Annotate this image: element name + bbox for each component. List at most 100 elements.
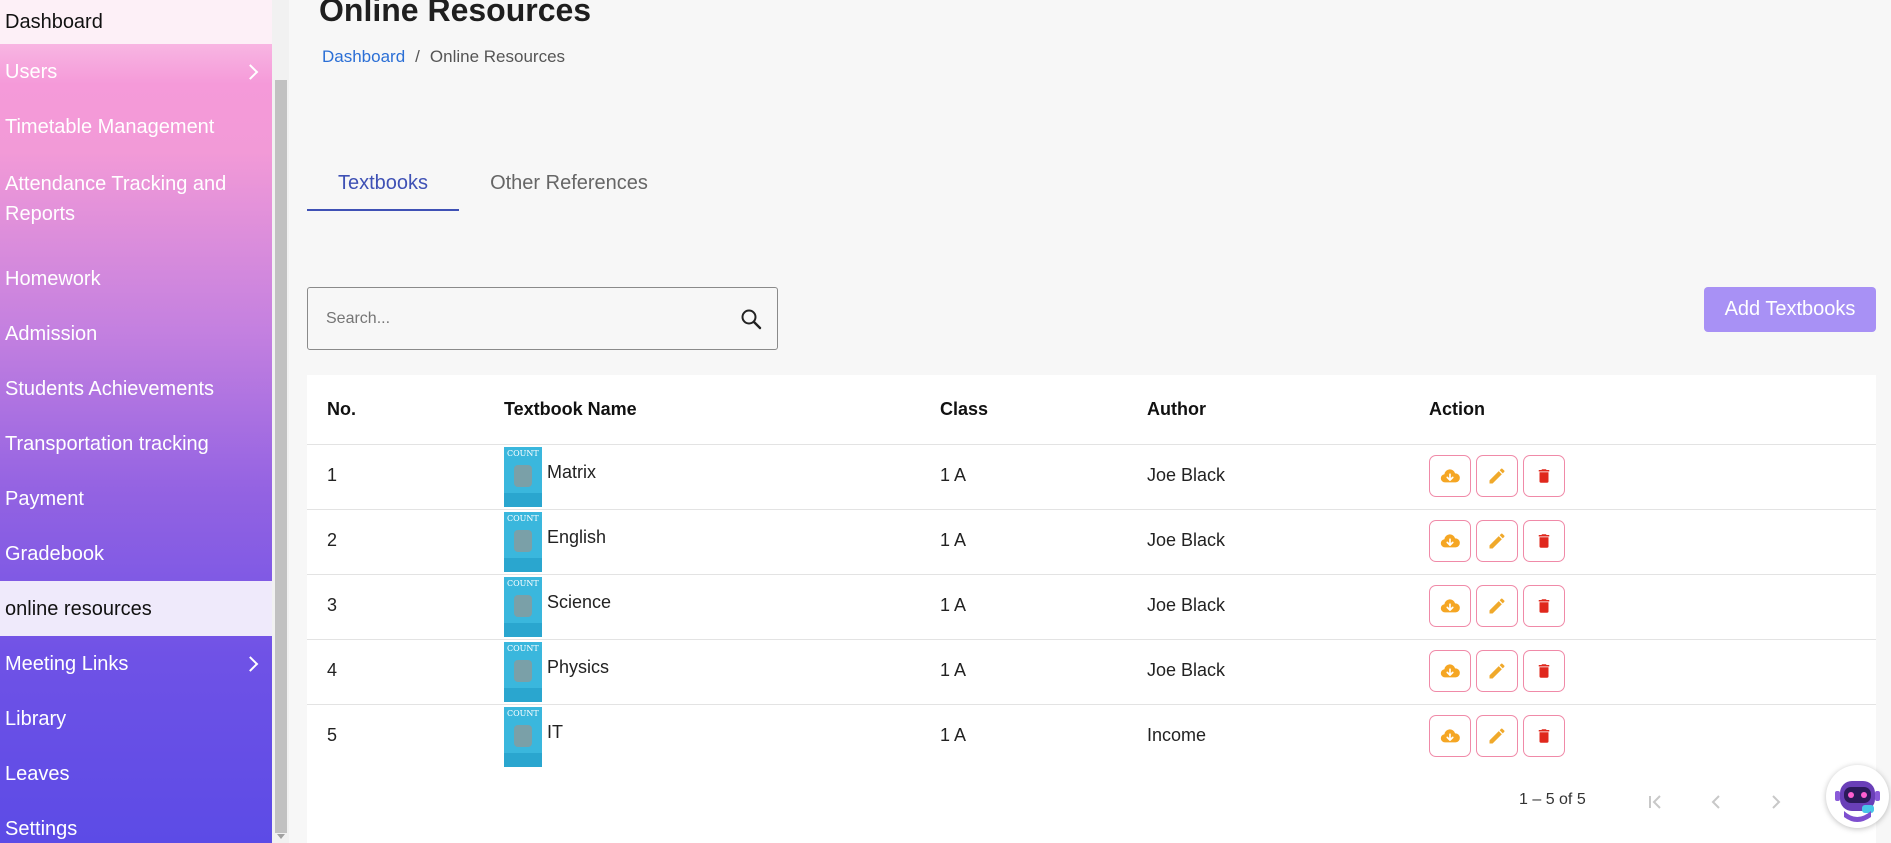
pencil-icon xyxy=(1489,728,1505,744)
sidebar-item-label: Meeting Links xyxy=(5,652,129,675)
table-row xyxy=(307,444,1876,509)
sidebar-item-label: Dashboard xyxy=(5,11,103,33)
cloud-download-icon xyxy=(1440,469,1460,483)
sidebar-item-label: Timetable Management xyxy=(5,115,215,138)
trash-icon xyxy=(1538,534,1550,548)
trash-icon xyxy=(1538,469,1550,483)
cloud-download-icon xyxy=(1440,664,1460,678)
cell-class: 1 A xyxy=(940,530,967,550)
cell-no: 3 xyxy=(327,595,338,615)
sidebar-item-dashboard[interactable]: Dashboard xyxy=(0,0,272,44)
trash-icon xyxy=(1538,599,1550,613)
textbook-cover-thumbnail: COUNT xyxy=(504,642,542,702)
delete-button[interactable] xyxy=(1523,455,1565,497)
download-button[interactable] xyxy=(1429,520,1471,562)
table-row xyxy=(307,639,1876,704)
cover-title: COUNT xyxy=(507,514,539,523)
edit-button[interactable] xyxy=(1476,650,1518,692)
sidebar-item-label: Payment xyxy=(5,487,84,510)
chevron-right-icon xyxy=(242,63,259,80)
search-icon[interactable] xyxy=(739,307,763,331)
cell-textbook-name: Matrix xyxy=(547,462,596,482)
cell-author: Income xyxy=(1147,725,1207,745)
cover-title: COUNT xyxy=(507,709,539,718)
cover-title: COUNT xyxy=(507,644,539,653)
previous-page-icon[interactable] xyxy=(1703,790,1729,814)
textbook-cover-thumbnail: COUNT xyxy=(504,577,542,637)
robot-assistant-icon xyxy=(1835,781,1880,822)
table-row xyxy=(307,574,1876,639)
pencil-icon xyxy=(1489,533,1505,549)
download-button[interactable] xyxy=(1429,585,1471,627)
sidebar-item-library[interactable]: Library xyxy=(0,691,272,746)
sidebar-item-users[interactable]: Users xyxy=(0,44,272,99)
sidebar-item-label: Users xyxy=(5,60,58,83)
sidebar-item-timetable[interactable]: Timetable Management xyxy=(0,99,272,154)
edit-button[interactable] xyxy=(1476,520,1518,562)
next-page-icon[interactable] xyxy=(1763,790,1789,814)
sidebar-item-meeting-links[interactable]: Meeting Links xyxy=(0,636,272,691)
cell-textbook-name: Physics xyxy=(547,657,610,677)
cell-class: 1 A xyxy=(940,595,967,615)
cell-no: 5 xyxy=(327,725,338,745)
breadcrumb-dashboard-link[interactable]: Dashboard xyxy=(322,47,405,67)
sidebar-item-payment[interactable]: Payment xyxy=(0,471,272,526)
download-button[interactable] xyxy=(1429,455,1471,497)
tab-other-references[interactable]: Other References xyxy=(459,163,679,211)
table-row xyxy=(307,509,1876,574)
cell-author: Joe Black xyxy=(1147,530,1226,550)
trash-icon xyxy=(1538,664,1550,678)
cloud-download-icon xyxy=(1440,729,1460,743)
edit-button[interactable] xyxy=(1476,455,1518,497)
page-title: Online Resources xyxy=(319,0,592,28)
sidebar-item-homework[interactable]: Homework xyxy=(0,251,272,306)
cell-class: 1 A xyxy=(940,660,967,680)
sidebar-item-gradebook[interactable]: Gradebook xyxy=(0,526,272,581)
search-input[interactable] xyxy=(326,288,726,349)
sidebar-item-label: Gradebook xyxy=(5,542,104,565)
sidebar-item-leaves[interactable]: Leaves xyxy=(0,746,272,801)
sidebar-item-label: Library xyxy=(5,707,67,730)
sidebar-scrollbar-thumb[interactable] xyxy=(275,80,287,833)
cell-author: Joe Black xyxy=(1147,595,1226,615)
sidebar-item-label: online resources xyxy=(5,597,152,620)
sidebar-item-admission[interactable]: Admission xyxy=(0,306,272,361)
sidebar-item-achievements[interactable]: Students Achievements xyxy=(0,361,272,416)
delete-button[interactable] xyxy=(1523,520,1565,562)
edit-button[interactable] xyxy=(1476,585,1518,627)
cell-no: 2 xyxy=(327,530,338,550)
column-header-action: Action xyxy=(1429,399,1485,419)
first-page-icon[interactable] xyxy=(1643,790,1669,814)
scroll-down-arrow-icon[interactable] xyxy=(277,834,285,839)
sidebar-item-label: Transportation tracking xyxy=(5,432,209,455)
table-row xyxy=(307,704,1876,769)
download-button[interactable] xyxy=(1429,650,1471,692)
delete-button[interactable] xyxy=(1523,585,1565,627)
cell-no: 1 xyxy=(327,465,338,485)
pencil-icon xyxy=(1489,598,1505,614)
chevron-right-icon xyxy=(242,655,259,672)
cell-class: 1 A xyxy=(940,725,967,745)
delete-button[interactable] xyxy=(1523,650,1565,692)
sidebar-item-label: Homework xyxy=(5,267,101,290)
sidebar-item-label: Admission xyxy=(5,322,98,345)
cell-class: 1 A xyxy=(940,465,967,485)
textbook-cover-thumbnail: COUNT xyxy=(504,512,542,572)
chat-assistant-button[interactable] xyxy=(1826,765,1889,828)
download-button[interactable] xyxy=(1429,715,1471,757)
column-header-author: Author xyxy=(1147,399,1206,419)
edit-button[interactable] xyxy=(1476,715,1518,757)
sidebar-item-attendance[interactable]: Attendance Tracking and Reports xyxy=(0,154,250,244)
tabs: Textbooks Other References xyxy=(307,163,679,211)
cell-textbook-name: English xyxy=(547,527,607,547)
add-textbooks-button[interactable]: Add Textbooks xyxy=(1704,287,1876,332)
cloud-download-icon xyxy=(1440,534,1460,548)
sidebar-item-transportation[interactable]: Transportation tracking xyxy=(0,416,272,471)
textbook-cover-thumbnail: COUNT xyxy=(504,447,542,507)
column-header-class: Class xyxy=(940,399,989,419)
tab-textbooks[interactable]: Textbooks xyxy=(307,163,460,211)
sidebar-item-settings[interactable]: Settings xyxy=(0,801,272,843)
textbook-cover-thumbnail: COUNT xyxy=(504,707,542,767)
sidebar-item-online-resources[interactable]: online resources xyxy=(0,581,272,636)
delete-button[interactable] xyxy=(1523,715,1565,757)
